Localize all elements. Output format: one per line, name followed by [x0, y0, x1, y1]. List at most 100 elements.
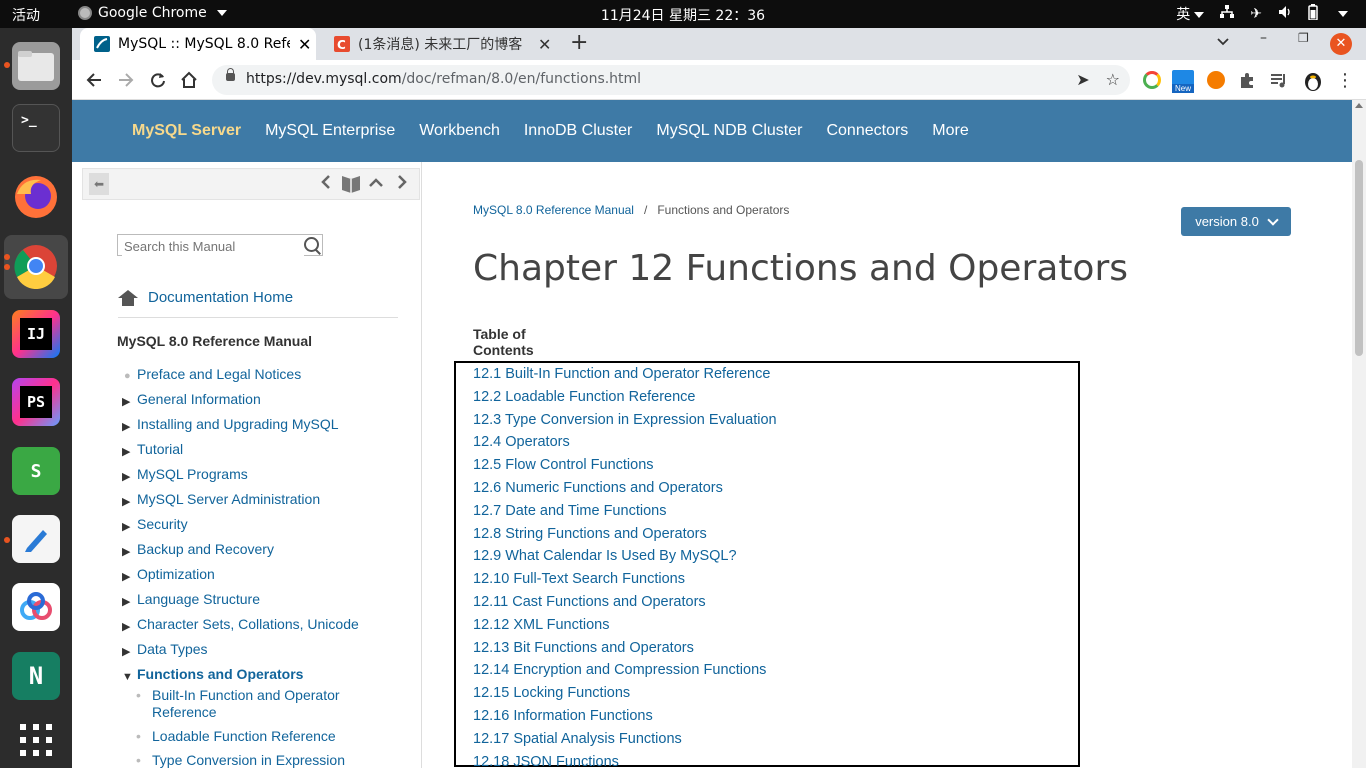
- back-button[interactable]: [86, 68, 102, 93]
- sidebar-item-optimization[interactable]: ▶ Optimization: [122, 565, 359, 590]
- scrollbar-thumb[interactable]: [1355, 160, 1363, 356]
- intellij-idea-icon[interactable]: IJ: [12, 310, 60, 358]
- sidebar-item-data-types[interactable]: ▶ Data Types: [122, 640, 359, 665]
- sidebar-item-tutorial[interactable]: ▶ Tutorial: [122, 440, 359, 465]
- documentation-home-link[interactable]: Documentation Home: [118, 289, 293, 306]
- chevron-right-icon[interactable]: ▶: [122, 393, 130, 411]
- toc-link[interactable]: 12.18 JSON Functions: [473, 753, 777, 768]
- chevron-right-icon[interactable]: ▶: [122, 493, 130, 511]
- sidebar-subitem[interactable]: Loadable Function Reference: [136, 728, 350, 745]
- navicat-icon[interactable]: N: [12, 652, 60, 700]
- sidebar-subitem[interactable]: Type Conversion in Expression Evaluation: [136, 752, 350, 768]
- extension-ring-icon[interactable]: [1143, 71, 1161, 89]
- sidebar-item-server-administration[interactable]: ▶ MySQL Server Administration: [122, 490, 359, 515]
- tab-mysql-manual[interactable]: MySQL :: MySQL 8.0 Reference Manual ✕: [80, 28, 316, 60]
- phpstorm-icon[interactable]: PS: [12, 378, 60, 426]
- nav-mysql-server[interactable]: MySQL Server: [132, 122, 241, 140]
- text-editor-icon[interactable]: [12, 515, 60, 563]
- chevron-right-icon[interactable]: ▶: [122, 443, 130, 461]
- toc-link[interactable]: 12.4 Operators: [473, 433, 777, 456]
- toc-link[interactable]: 12.10 Full-Text Search Functions: [473, 570, 777, 593]
- chevron-right-icon[interactable]: ▶: [122, 568, 130, 586]
- chevron-right-icon[interactable]: ▶: [122, 593, 130, 611]
- toc-link[interactable]: 12.17 Spatial Analysis Functions: [473, 730, 777, 753]
- sidebar-item-language-structure[interactable]: ▶ Language Structure: [122, 590, 359, 615]
- extension-orange-icon[interactable]: [1207, 71, 1225, 89]
- chevron-right-icon[interactable]: ▶: [122, 518, 130, 536]
- collapse-sidebar-icon[interactable]: ⬅: [89, 173, 109, 195]
- sidebar-subitem[interactable]: Built-In Function and Operator Reference: [136, 687, 350, 721]
- chevron-right-icon[interactable]: ▶: [122, 543, 130, 561]
- system-menu-caret-icon[interactable]: [1338, 11, 1348, 17]
- toc-link[interactable]: 12.5 Flow Control Functions: [473, 456, 777, 479]
- chrome-icon[interactable]: [12, 242, 60, 290]
- sidebar-item-mysql-programs[interactable]: ▶ MySQL Programs: [122, 465, 359, 490]
- maximize-button[interactable]: ❐: [1298, 31, 1309, 45]
- show-applications-icon[interactable]: [12, 716, 60, 764]
- sidebar-item-installing[interactable]: ▶ Installing and Upgrading MySQL: [122, 415, 359, 440]
- nav-ndb-cluster[interactable]: MySQL NDB Cluster: [656, 122, 802, 140]
- tab-search-icon[interactable]: [1217, 32, 1229, 52]
- sidebar-item-security[interactable]: ▶ Security: [122, 515, 359, 540]
- chrome-menu-icon[interactable]: ⋮: [1336, 70, 1354, 91]
- toc-link[interactable]: 12.9 What Calendar Is Used By MySQL?: [473, 547, 777, 570]
- bookmark-star-icon[interactable]: ☆: [1106, 70, 1120, 89]
- nav-innodb-cluster[interactable]: InnoDB Cluster: [524, 122, 633, 140]
- lock-icon[interactable]: [226, 68, 235, 81]
- files-icon[interactable]: [12, 42, 60, 90]
- reload-button[interactable]: [150, 68, 166, 93]
- extensions-puzzle-icon[interactable]: [1238, 71, 1256, 89]
- close-window-button[interactable]: ✕: [1330, 33, 1352, 55]
- spreadsheet-icon[interactable]: S: [12, 447, 60, 495]
- extension-new-icon[interactable]: New: [1172, 70, 1194, 93]
- version-selector[interactable]: version 8.0: [1181, 207, 1291, 236]
- terminal-icon[interactable]: >_: [12, 104, 60, 152]
- up-page-icon[interactable]: [369, 175, 383, 193]
- sidebar-item-backup-recovery[interactable]: ▶ Backup and Recovery: [122, 540, 359, 565]
- chevron-right-icon[interactable]: ▶: [122, 643, 130, 661]
- toc-link[interactable]: 12.8 String Functions and Operators: [473, 525, 777, 548]
- send-tab-icon[interactable]: ➤: [1076, 70, 1089, 89]
- next-page-icon[interactable]: [397, 175, 407, 194]
- search-icon[interactable]: [304, 237, 319, 252]
- system-tray[interactable]: 英 ✈: [1176, 4, 1348, 24]
- input-method-menu[interactable]: 英: [1176, 4, 1205, 24]
- media-controls-icon[interactable]: [1270, 71, 1288, 89]
- toc-link[interactable]: 12.1 Built-In Function and Operator Refe…: [473, 365, 777, 388]
- firefox-icon[interactable]: [12, 173, 60, 221]
- clock[interactable]: 11月24日 星期三 22：36: [0, 5, 1366, 25]
- toc-link[interactable]: 12.2 Loadable Function Reference: [473, 388, 777, 411]
- new-tab-button[interactable]: +: [570, 30, 588, 55]
- toc-link[interactable]: 12.14 Encryption and Compression Functio…: [473, 661, 777, 684]
- toc-link[interactable]: 12.6 Numeric Functions and Operators: [473, 479, 777, 502]
- toc-link[interactable]: 12.3 Type Conversion in Expression Evalu…: [473, 411, 777, 434]
- chevron-right-icon[interactable]: ▶: [122, 418, 130, 436]
- forward-button[interactable]: [118, 68, 134, 93]
- chevron-right-icon[interactable]: ▶: [122, 468, 130, 486]
- nav-workbench[interactable]: Workbench: [419, 122, 500, 140]
- tab-close-icon[interactable]: ✕: [538, 35, 551, 54]
- toc-link[interactable]: 12.12 XML Functions: [473, 616, 777, 639]
- nav-more[interactable]: More: [932, 122, 968, 140]
- toc-link[interactable]: 12.7 Date and Time Functions: [473, 502, 777, 525]
- home-button[interactable]: [180, 68, 198, 94]
- nav-connectors[interactable]: Connectors: [826, 122, 908, 140]
- sidebar-item-general-information[interactable]: ▶ General Information: [122, 390, 359, 415]
- chevron-down-icon[interactable]: ▼: [122, 668, 133, 686]
- page-scrollbar[interactable]: [1352, 100, 1366, 768]
- address-bar[interactable]: https://dev.mysql.com/doc/refman/8.0/en/…: [212, 65, 1130, 95]
- tab-csdn-blog[interactable]: C (1条消息) 未来工厂的博客 ✕: [320, 28, 554, 60]
- tab-close-icon[interactable]: ✕: [298, 35, 311, 54]
- nav-mysql-enterprise[interactable]: MySQL Enterprise: [265, 122, 395, 140]
- toc-link[interactable]: 12.16 Information Functions: [473, 707, 777, 730]
- url-text[interactable]: https://dev.mysql.com/doc/refman/8.0/en/…: [246, 71, 641, 87]
- minimize-button[interactable]: –: [1260, 30, 1267, 46]
- sidebar-item-character-sets[interactable]: ▶ Character Sets, Collations, Unicode: [122, 615, 359, 640]
- toc-link[interactable]: 12.11 Cast Functions and Operators: [473, 593, 777, 616]
- table-of-contents-icon[interactable]: [341, 173, 361, 198]
- chevron-right-icon[interactable]: ▶: [122, 618, 130, 636]
- profile-avatar[interactable]: [1301, 68, 1325, 92]
- toc-link[interactable]: 12.13 Bit Functions and Operators: [473, 639, 777, 662]
- breadcrumb-manual-link[interactable]: MySQL 8.0 Reference Manual: [473, 203, 634, 217]
- previous-page-icon[interactable]: [321, 175, 331, 194]
